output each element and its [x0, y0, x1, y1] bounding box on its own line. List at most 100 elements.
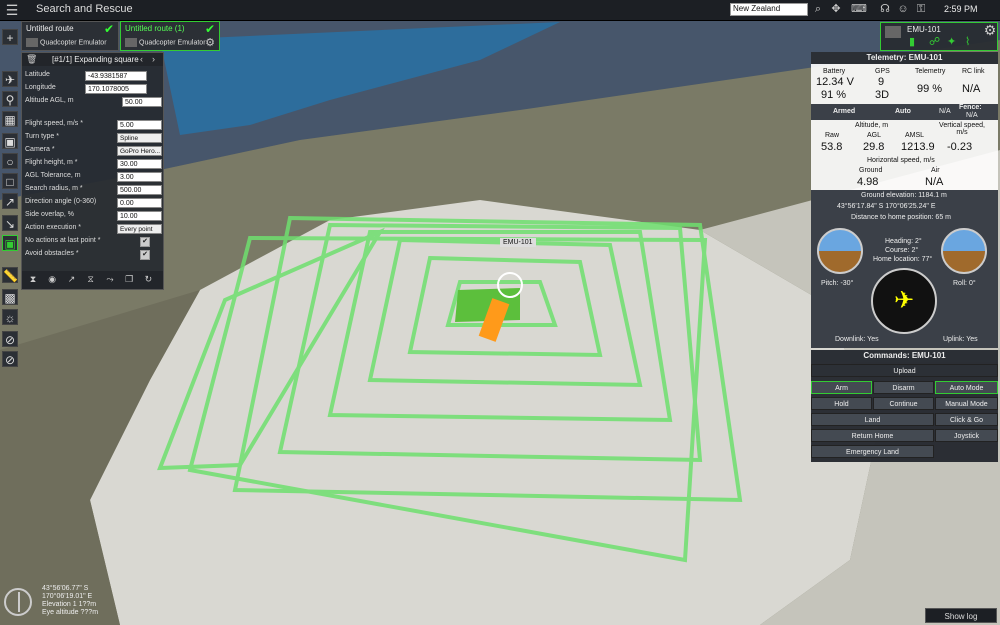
forbid-icon[interactable]: ⊘: [2, 351, 18, 367]
expanding-square-icon[interactable]: ▣: [2, 235, 18, 251]
layers-icon[interactable]: ✥: [829, 3, 843, 16]
arrow-icon[interactable]: ↗: [65, 274, 77, 286]
search-radius-input[interactable]: 500.00: [117, 185, 162, 195]
joystick-button[interactable]: Joystick: [935, 429, 998, 442]
hold-button[interactable]: Hold: [811, 397, 872, 410]
square-icon[interactable]: □: [2, 173, 18, 189]
gps-satellites: 9: [878, 76, 885, 88]
route-tab-1[interactable]: Untitled route (1) ✔ Quadcopter Emulator…: [120, 21, 220, 51]
plane-icon[interactable]: ✈: [2, 71, 18, 87]
sun-icon[interactable]: ☼: [2, 309, 18, 325]
raw-altitude: 53.8: [821, 141, 843, 153]
add-icon[interactable]: +: [2, 29, 18, 45]
arm-button[interactable]: Arm: [811, 381, 872, 394]
hspeed-label: Horizontal speed, m/s: [867, 157, 935, 164]
fence-label: Fence:: [959, 104, 982, 111]
position-block: Ground elevation: 1184.1 m 43°56'17.84" …: [811, 190, 998, 226]
rc-value: N/A: [962, 83, 981, 95]
map-compass-icon[interactable]: [4, 588, 32, 616]
flight-mode: Auto: [895, 108, 911, 115]
grid-icon[interactable]: ▩: [2, 289, 18, 305]
return-home-button[interactable]: Return Home: [811, 429, 934, 442]
next-icon[interactable]: ›: [152, 54, 155, 64]
landing-icon[interactable]: ↘: [2, 215, 18, 231]
direction-label: Direction angle (0-360): [25, 198, 97, 205]
disarm-button[interactable]: Disarm: [873, 381, 934, 394]
camera-icon[interactable]: ◉: [46, 274, 58, 286]
flight-height-label: Flight height, m *: [25, 159, 78, 166]
manual-mode-button[interactable]: Manual Mode: [935, 397, 998, 410]
lock-icon[interactable]: ⚿: [914, 3, 928, 16]
latitude-input[interactable]: -43.9381587: [85, 71, 147, 81]
avoid-obstacles-label: Avoid obstacles *: [25, 250, 79, 257]
click-go-button[interactable]: Click & Go: [935, 413, 998, 426]
altitude-input[interactable]: 50.00: [122, 97, 162, 107]
telemetry-header: Telemetry: EMU-101: [811, 52, 998, 64]
ground-speed-label: Ground: [859, 167, 883, 174]
amsl-label: AMSL: [905, 132, 925, 139]
search-icon[interactable]: ⌕: [811, 3, 825, 16]
ground-elevation: Ground elevation: 1184.1 m: [861, 192, 947, 199]
wait-icon[interactable]: ⧖: [85, 274, 97, 286]
area-icon[interactable]: ▦: [2, 111, 18, 127]
takeoff-icon[interactable]: ↗: [2, 193, 18, 209]
battery-label: Battery: [823, 68, 846, 75]
home-distance: Distance to home position: 65 m: [851, 214, 951, 221]
headset-icon[interactable]: ☊: [878, 3, 892, 16]
flight-height-input[interactable]: 30.00: [117, 159, 162, 169]
avoid-obstacles-checkbox[interactable]: ✔: [140, 250, 150, 260]
side-overlap-label: Side overlap, %: [25, 211, 75, 218]
instrument-block: Heading: 2° Course: 2° Home location: 77…: [811, 226, 998, 348]
gear-icon[interactable]: ⚙: [205, 36, 215, 49]
route-tab-0[interactable]: Untitled route ✔ Quadcopter Emulator: [21, 21, 119, 51]
continue-button[interactable]: Continue: [873, 397, 934, 410]
copy-icon[interactable]: ❐: [123, 274, 135, 286]
vehicle-position: 43°56'17.84" S 170°06'25.24" E: [837, 203, 936, 210]
app-title: Search and Rescue: [36, 3, 133, 15]
emergency-land-button[interactable]: Emergency Land: [811, 445, 934, 458]
longitude-input[interactable]: 170.1078005: [85, 84, 147, 94]
side-overlap-input[interactable]: 10.00: [117, 211, 162, 221]
prev-icon[interactable]: ‹: [140, 54, 143, 64]
user-icon[interactable]: ☺: [896, 3, 910, 16]
no-actions-checkbox[interactable]: ✔: [140, 237, 150, 247]
no-fly-icon[interactable]: ⊘: [2, 331, 18, 347]
ruler-icon[interactable]: 📏: [2, 267, 18, 283]
menu-icon[interactable]: ☰: [4, 2, 20, 18]
quadcopter-icon: [885, 26, 901, 38]
rotate-icon[interactable]: ↻: [142, 274, 154, 286]
turn-type-label: Turn type *: [25, 133, 59, 140]
circle-icon[interactable]: ○: [2, 153, 18, 169]
route-name: Untitled route (1): [125, 24, 185, 33]
altitude-label: Altitude, m: [855, 122, 889, 129]
flight-speed-input[interactable]: 5.00: [117, 120, 162, 130]
waypoint-icon[interactable]: ⚲: [2, 91, 18, 107]
location-search-input[interactable]: New Zealand: [730, 3, 808, 16]
camera-select[interactable]: GoPro Hero...: [117, 146, 162, 156]
auto-mode-button[interactable]: Auto Mode: [935, 381, 998, 394]
photo-area-icon[interactable]: ▣: [2, 133, 18, 149]
action-execution-select[interactable]: Every point: [117, 224, 162, 234]
show-log-button[interactable]: Show log: [925, 608, 997, 623]
trash-icon[interactable]: 🗑: [26, 54, 37, 65]
mission-panel: 🗑 [#1/1] Expanding square ‹ › Latitude -…: [21, 52, 164, 290]
vehicle-status[interactable]: EMU-101 ▮ ☍ ✦ ⌇: [880, 22, 998, 51]
path-icon[interactable]: ⤳: [104, 274, 116, 286]
downlink-status: Downlink: Yes: [835, 336, 879, 343]
cursor-longitude: 170°06'19.01" E: [42, 593, 93, 600]
panel-toolbar: ⧗ ◉ ↗ ⧖ ⤳ ❐ ↻: [22, 271, 163, 289]
altitude-label: Altitude AGL, m: [25, 97, 74, 104]
drone-settings-icon[interactable]: ⚙: [982, 22, 998, 50]
rc-label: RC link: [962, 68, 985, 75]
turn-type-select[interactable]: Spline: [117, 133, 162, 143]
keyboard-icon[interactable]: ⌨: [847, 3, 871, 16]
check-icon: ✔: [204, 22, 215, 36]
land-button[interactable]: Land: [811, 413, 934, 426]
agl-tolerance-input[interactable]: 3.00: [117, 172, 162, 182]
upload-button[interactable]: Upload: [811, 364, 998, 377]
no-actions-label: No actions at last point *: [25, 237, 101, 244]
hourglass-icon[interactable]: ⧗: [27, 274, 39, 286]
route-device: Quadcopter Emulator: [125, 38, 206, 47]
direction-input[interactable]: 0.00: [117, 198, 162, 208]
amsl-altitude: 1213.9: [901, 141, 935, 153]
